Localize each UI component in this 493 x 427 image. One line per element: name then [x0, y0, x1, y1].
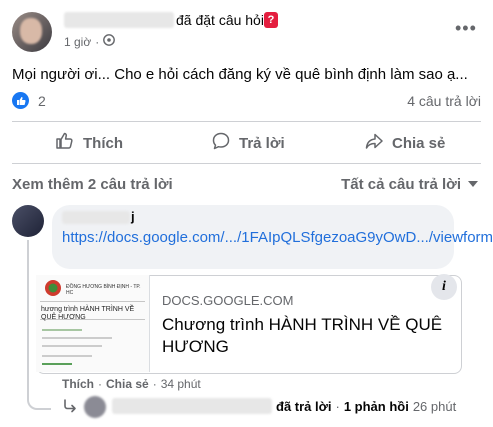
answers-filter-dropdown[interactable]: Tất cả câu trả lời [341, 176, 479, 193]
commenter-avatar[interactable] [12, 205, 44, 237]
comment-link[interactable]: https://docs.google.com/.../1FAIpQLSfgez… [62, 228, 493, 248]
link-preview-thumbnail[interactable]: ĐỒNG HƯƠNG BÌNH ĐỊNH - TP. HC hương trìn… [36, 275, 150, 372]
comment-like-button[interactable]: Thích [62, 377, 94, 391]
post-time[interactable]: 1 giờ [64, 35, 91, 49]
share-button-label: Chia sẻ [392, 134, 446, 152]
link-preview-domain: DOCS.GOOGLE.COM [162, 293, 294, 308]
comment-icon [211, 131, 231, 155]
author-name-blurred[interactable] [64, 12, 174, 28]
filter-label: Tất cả câu trả lời [341, 176, 461, 193]
author-avatar[interactable] [12, 12, 52, 52]
reply-button[interactable]: Trả lời [211, 132, 285, 154]
like-button-label: Thích [83, 134, 123, 152]
reply-action-text: đã trả lời [276, 399, 332, 414]
commenter-name-suffix[interactable]: j [131, 209, 135, 224]
link-preview-title[interactable]: Chương trình HÀNH TRÌNH VỀ QUÊ HƯƠNG [162, 314, 447, 358]
comment-time[interactable]: 34 phút [161, 377, 201, 391]
reply-time: 26 phút [412, 399, 457, 414]
thumbnail-header-text: ĐỒNG HƯƠNG BÌNH ĐỊNH - TP. HC [66, 284, 141, 296]
reply-count[interactable]: 1 phản hồi [344, 399, 409, 414]
like-button[interactable]: Thích [55, 132, 123, 154]
divider [12, 163, 481, 164]
replier-avatar[interactable] [84, 396, 106, 418]
privacy-settings-icon [103, 34, 116, 49]
reply-button-label: Trả lời [239, 134, 285, 152]
asked-question-text: đã đặt câu hỏi [176, 12, 264, 28]
like-reaction-icon[interactable] [12, 92, 29, 109]
share-icon [364, 131, 384, 155]
more-options-icon[interactable]: ••• [455, 18, 477, 39]
thumbnail-title-text: hương trình HÀNH TRÌNH VỀ QUÊ HƯƠNG [41, 306, 135, 321]
reply-summary[interactable]: đã trả lời · 1 phản hồi 26 phút [276, 399, 456, 414]
post-text: Mọi người ơi... Cho e hỏi cách đăng ký v… [12, 66, 468, 83]
chevron-down-icon [467, 176, 479, 193]
share-button[interactable]: Chia sẻ [364, 132, 445, 154]
like-count[interactable]: 2 [38, 93, 46, 109]
reply-arrow-icon [62, 399, 78, 416]
thumbs-up-icon [55, 131, 75, 155]
answer-count[interactable]: 4 câu trả lời [407, 93, 481, 109]
comment-share-button[interactable]: Chia sẻ [106, 377, 149, 391]
info-icon[interactable]: i [431, 274, 457, 300]
comment-actions: Thích · Chia sẻ · 34 phút [62, 377, 201, 391]
commenter-name-blurred[interactable] [62, 211, 130, 224]
divider [12, 121, 481, 122]
replier-name-blurred[interactable] [112, 398, 272, 414]
post-meta: 1 giờ · [64, 34, 116, 49]
see-more-answers-link[interactable]: Xem thêm 2 câu trả lời [12, 176, 173, 193]
question-badge-icon: ? [264, 12, 278, 28]
